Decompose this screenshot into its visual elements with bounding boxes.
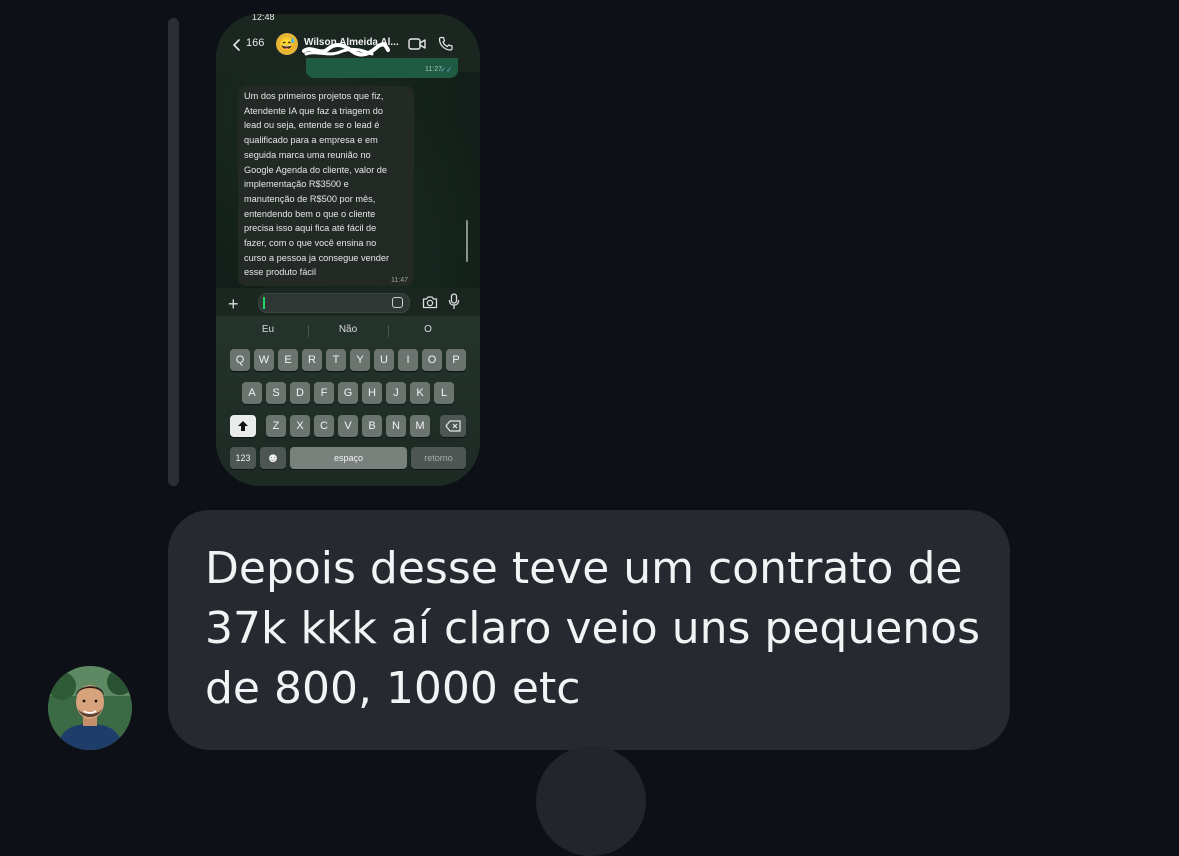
message-line: 37k kkk aí claro veio uns pequenos [205, 603, 981, 654]
received-line: esse produto fácil [244, 267, 317, 278]
received-line: seguida marca uma reunião no [244, 149, 371, 160]
key-b[interactable]: B [362, 415, 382, 437]
keyboard-suggestions: Eu Não O [228, 320, 468, 342]
key-o[interactable]: O [422, 349, 442, 371]
received-line: qualificado para a empresa e em [244, 135, 378, 146]
attach-plus-icon[interactable]: + [228, 292, 239, 316]
received-line: Um dos primeiros projetos que fiz, [244, 91, 384, 101]
received-line: lead ou seja, entende se o lead é [244, 120, 380, 131]
received-message-text: Um dos primeiros projetos que fiz, Atend… [244, 89, 414, 280]
text-caret [263, 297, 265, 309]
key-z[interactable]: Z [266, 415, 286, 437]
key-j[interactable]: J [386, 382, 406, 404]
received-line: curso a pessoa ja consegue vender [244, 252, 390, 263]
key-m[interactable]: M [410, 415, 430, 437]
return-key[interactable]: retorno [411, 447, 466, 469]
backspace-key[interactable] [440, 415, 466, 437]
backspace-icon [445, 420, 461, 432]
key-u[interactable]: U [374, 349, 394, 371]
partial-avatar [536, 746, 646, 856]
key-w[interactable]: W [254, 349, 274, 371]
chat-scrollbar[interactable] [466, 220, 468, 262]
key-d[interactable]: D [290, 382, 310, 404]
key-q[interactable]: Q [230, 349, 250, 371]
message-line: Depois desse teve um contrato de [205, 543, 963, 594]
avatar-photo [48, 666, 132, 750]
received-line: precisa isso aqui fica até fácil de [244, 223, 377, 234]
key-e[interactable]: E [278, 349, 298, 371]
status-bar-time: 12:48 [252, 14, 275, 22]
read-ticks-icon: ✓✓ [440, 67, 452, 74]
shift-key[interactable] [230, 415, 256, 437]
received-line: Google Agenda do cliente, valor de [244, 164, 388, 175]
sent-message-bubble: 11:27 ✓✓ [306, 58, 458, 78]
key-x[interactable]: X [290, 415, 310, 437]
key-v[interactable]: V [338, 415, 358, 437]
video-call-icon[interactable] [408, 37, 426, 51]
key-a[interactable]: A [242, 382, 262, 404]
space-key[interactable]: espaço [290, 447, 407, 469]
key-n[interactable]: N [386, 415, 406, 437]
received-line: manutenção de R$500 por mês, [244, 193, 376, 204]
numbers-key[interactable]: 123 [230, 447, 256, 469]
microphone-icon[interactable] [448, 293, 460, 310]
ios-keyboard: Eu Não O Q W E R T Y U I O P A S D F G H… [216, 316, 480, 486]
unread-count[interactable]: 166 [246, 37, 264, 49]
key-i[interactable]: I [398, 349, 418, 371]
emoji-key[interactable]: ☻ [260, 447, 286, 469]
suggestion-item[interactable]: Eu [228, 324, 308, 335]
key-r[interactable]: R [302, 349, 322, 371]
reply-thread-bar [168, 18, 179, 486]
avatar[interactable] [48, 666, 132, 750]
key-y[interactable]: Y [350, 349, 370, 371]
message-input[interactable] [258, 293, 410, 313]
received-message-bubble: Um dos primeiros projetos que fiz, Atend… [238, 86, 414, 286]
message-bubble[interactable]: Depois desse teve um contrato de 37k kkk… [168, 510, 1010, 750]
contact-avatar[interactable]: 😅 [276, 33, 298, 55]
key-t[interactable]: T [326, 349, 346, 371]
key-h[interactable]: H [362, 382, 382, 404]
key-s[interactable]: S [266, 382, 286, 404]
shift-arrow-icon [238, 421, 248, 431]
received-line: entendendo bem o que o cliente [244, 208, 376, 219]
sticker-icon[interactable] [392, 297, 403, 308]
phone-call-icon[interactable] [438, 36, 453, 51]
whatsapp-screenshot-attachment[interactable]: 12:48 166 😅 Wilson Almeida Al... 11:27 ✓… [216, 14, 480, 486]
key-l[interactable]: L [434, 382, 454, 404]
key-k[interactable]: K [410, 382, 430, 404]
camera-icon[interactable] [422, 295, 438, 309]
suggestion-item[interactable]: Não [308, 324, 388, 335]
message-line: de 800, 1000 etc [205, 663, 581, 714]
suggestion-item[interactable]: O [388, 324, 468, 335]
key-g[interactable]: G [338, 382, 358, 404]
key-f[interactable]: F [314, 382, 334, 404]
received-message-time: 11:47 [391, 277, 408, 284]
received-line: fazer, com o que você ensina no [244, 238, 377, 249]
message-text: Depois desse teve um contrato de 37k kkk… [205, 539, 995, 719]
received-line: implementação R$3500 e [244, 179, 349, 190]
key-c[interactable]: C [314, 415, 334, 437]
received-line: Atendente IA que faz a triagem do [244, 105, 383, 116]
chevron-left-icon[interactable] [230, 38, 244, 52]
key-p[interactable]: P [446, 349, 466, 371]
